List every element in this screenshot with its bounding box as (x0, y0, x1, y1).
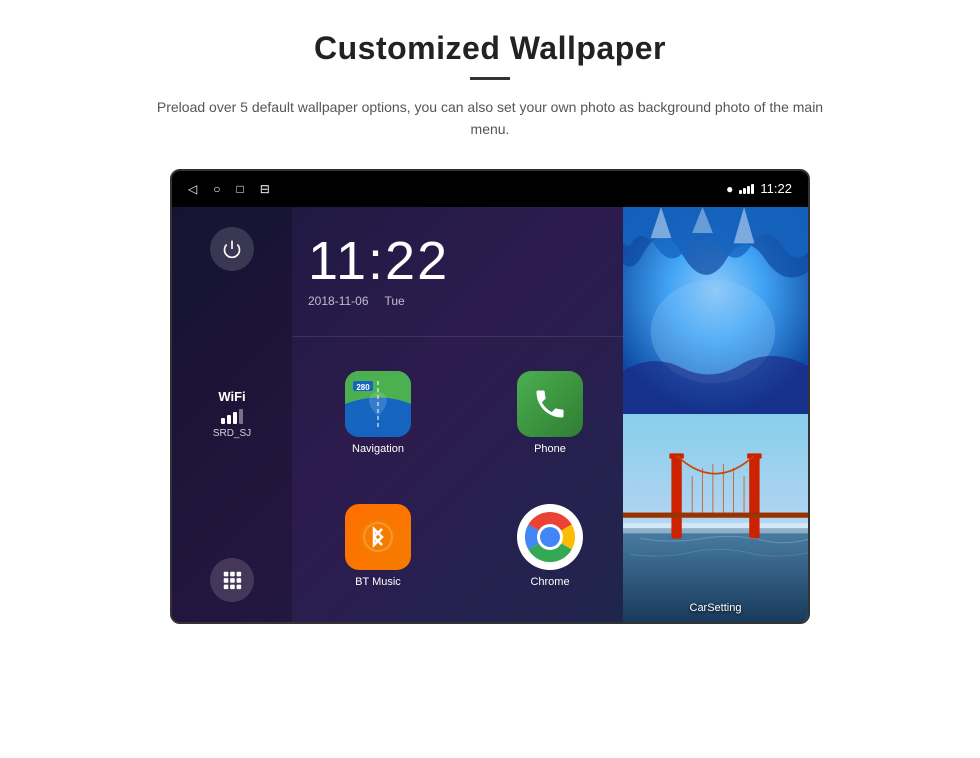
device-mockup: ◁ ○ □ ⊟ ● 11:22 (170, 169, 810, 624)
wallpaper-ice[interactable] (623, 207, 808, 415)
wifi-network: SRD_SJ (213, 428, 251, 439)
list-item[interactable]: BT Music (292, 479, 464, 612)
wallpaper-previews: CarSetting (623, 207, 808, 622)
back-icon[interactable]: ◁ (188, 182, 197, 196)
apps-button[interactable] (210, 558, 254, 602)
list-item[interactable]: Chrome (464, 479, 636, 612)
clock-date-value: 2018-11-06 (308, 294, 369, 308)
wifi-signal (221, 408, 243, 424)
status-bar: ◁ ○ □ ⊟ ● 11:22 (172, 171, 808, 207)
navigation-label: Navigation (352, 443, 404, 455)
phone-svg (532, 386, 568, 422)
list-item[interactable]: Phone (464, 347, 636, 480)
map-pin-icon (363, 389, 393, 419)
chrome-icon (517, 504, 583, 570)
clock-day: Tue (385, 294, 405, 308)
status-bar-left: ◁ ○ □ ⊟ (188, 182, 270, 196)
chrome-label: Chrome (530, 576, 569, 588)
phone-label: Phone (534, 443, 566, 455)
ice-cave-svg (623, 207, 808, 415)
location-icon: ● (726, 182, 733, 196)
recent-icon[interactable]: □ (236, 182, 243, 196)
power-button[interactable] (210, 227, 254, 271)
bridge-svg (623, 414, 808, 622)
page-subtitle: Preload over 5 default wallpaper options… (150, 96, 830, 141)
carsetting-label: CarSetting (623, 602, 808, 614)
btmusic-icon (345, 504, 411, 570)
clock-time: 11:22 (308, 234, 449, 288)
clock-block: 11:22 2018-11-06 Tue (308, 234, 449, 308)
navigation-icon: 280 (345, 371, 411, 437)
signal-icon (739, 183, 754, 194)
page-title: Customized Wallpaper (314, 30, 666, 67)
home-icon[interactable]: ○ (213, 182, 220, 196)
btmusic-label: BT Music (355, 576, 401, 588)
chrome-svg (520, 507, 580, 567)
main-content: WiFi SRD_SJ (172, 207, 808, 622)
list-item[interactable]: 280 Navigation (292, 347, 464, 480)
clock-date: 2018-11-06 Tue (308, 294, 449, 308)
title-divider (470, 77, 510, 80)
page-container: Customized Wallpaper Preload over 5 defa… (0, 0, 980, 758)
screenshot-icon[interactable]: ⊟ (260, 182, 270, 196)
wifi-label: WiFi (218, 389, 245, 404)
wallpaper-bridge[interactable]: CarSetting (623, 414, 808, 622)
status-bar-right: ● 11:22 (726, 181, 792, 196)
phone-icon (517, 371, 583, 437)
status-time: 11:22 (760, 181, 792, 196)
wifi-info: WiFi SRD_SJ (213, 389, 251, 439)
left-sidebar: WiFi SRD_SJ (172, 207, 292, 622)
btmusic-svg (360, 519, 396, 555)
